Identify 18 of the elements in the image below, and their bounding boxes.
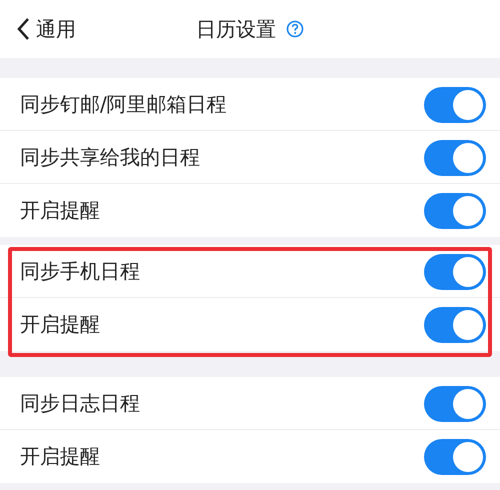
toggle-switch[interactable]: [424, 254, 486, 290]
toggle-switch[interactable]: [424, 86, 486, 122]
setting-label: 同步钉邮/阿里邮箱日程: [20, 91, 227, 118]
setting-label: 开启提醒: [20, 197, 100, 224]
toggle-switch[interactable]: [424, 386, 486, 422]
setting-label: 开启提醒: [20, 443, 100, 470]
toggle-switch[interactable]: [424, 192, 486, 228]
toggle-switch[interactable]: [424, 140, 486, 176]
chevron-left-icon: [16, 17, 30, 41]
back-button[interactable]: 通用: [16, 16, 76, 42]
toggle-switch[interactable]: [424, 306, 486, 342]
setting-label: 同步日志日程: [20, 390, 140, 417]
help-icon[interactable]: [286, 20, 304, 38]
page-title: 日历设置: [196, 16, 276, 42]
toggle-switch[interactable]: [424, 438, 486, 474]
setting-label: 同步共享给我的日程: [20, 144, 200, 171]
setting-label: 同步手机日程: [20, 258, 140, 285]
setting-label: 开启提醒: [20, 311, 100, 338]
